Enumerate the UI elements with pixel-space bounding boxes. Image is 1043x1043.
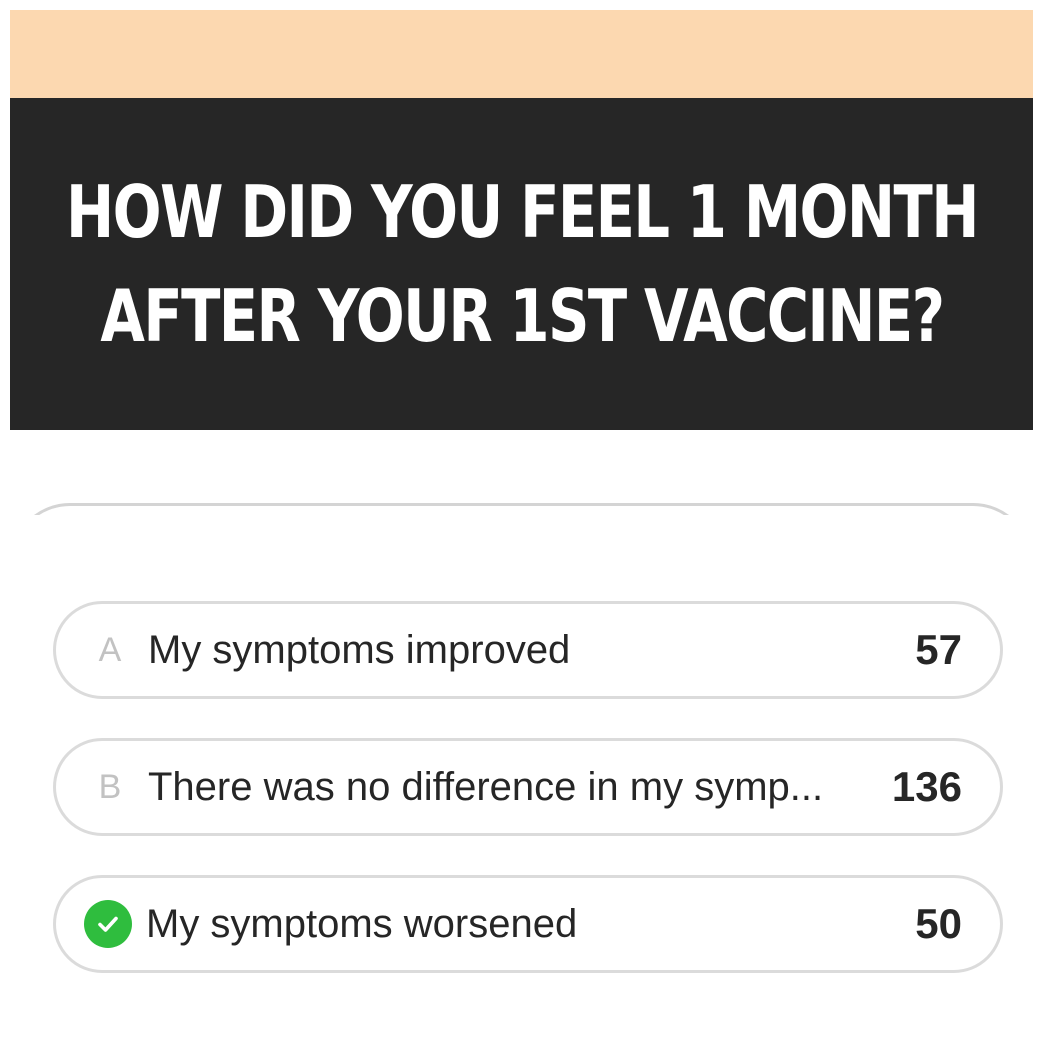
quiz-option-a[interactable]: A My symptoms improved 57 xyxy=(53,601,1003,699)
quiz-option-c[interactable]: My symptoms worsened 50 xyxy=(53,875,1003,973)
option-letter-b: B xyxy=(98,767,122,806)
option-count-c: 50 xyxy=(915,900,962,947)
option-count-a: 57 xyxy=(915,626,962,673)
option-label-a: My symptoms improved xyxy=(148,627,571,672)
story-page: HOW DID YOU FEEL 1 MONTH AFTER YOUR 1ST … xyxy=(0,0,1043,1043)
question-line-1: HOW DID YOU FEEL 1 MONTH xyxy=(65,170,979,254)
check-circle-icon xyxy=(84,900,132,948)
quiz-option-b[interactable]: B There was no difference in my symp... … xyxy=(53,738,1003,836)
question-card: HOW DID YOU FEEL 1 MONTH AFTER YOUR 1ST … xyxy=(10,98,1033,430)
option-label-b: There was no difference in my symp... xyxy=(148,764,824,809)
option-count-b: 136 xyxy=(891,763,962,810)
option-letter-a: A xyxy=(98,630,122,669)
option-label-c: My symptoms worsened xyxy=(146,901,578,946)
question-line-2: AFTER YOUR 1ST VACCINE? xyxy=(99,274,945,358)
question-text: HOW DID YOU FEEL 1 MONTH AFTER YOUR 1ST … xyxy=(65,160,979,368)
story-top-background xyxy=(10,10,1033,98)
quiz-panel-edge xyxy=(10,503,1033,515)
